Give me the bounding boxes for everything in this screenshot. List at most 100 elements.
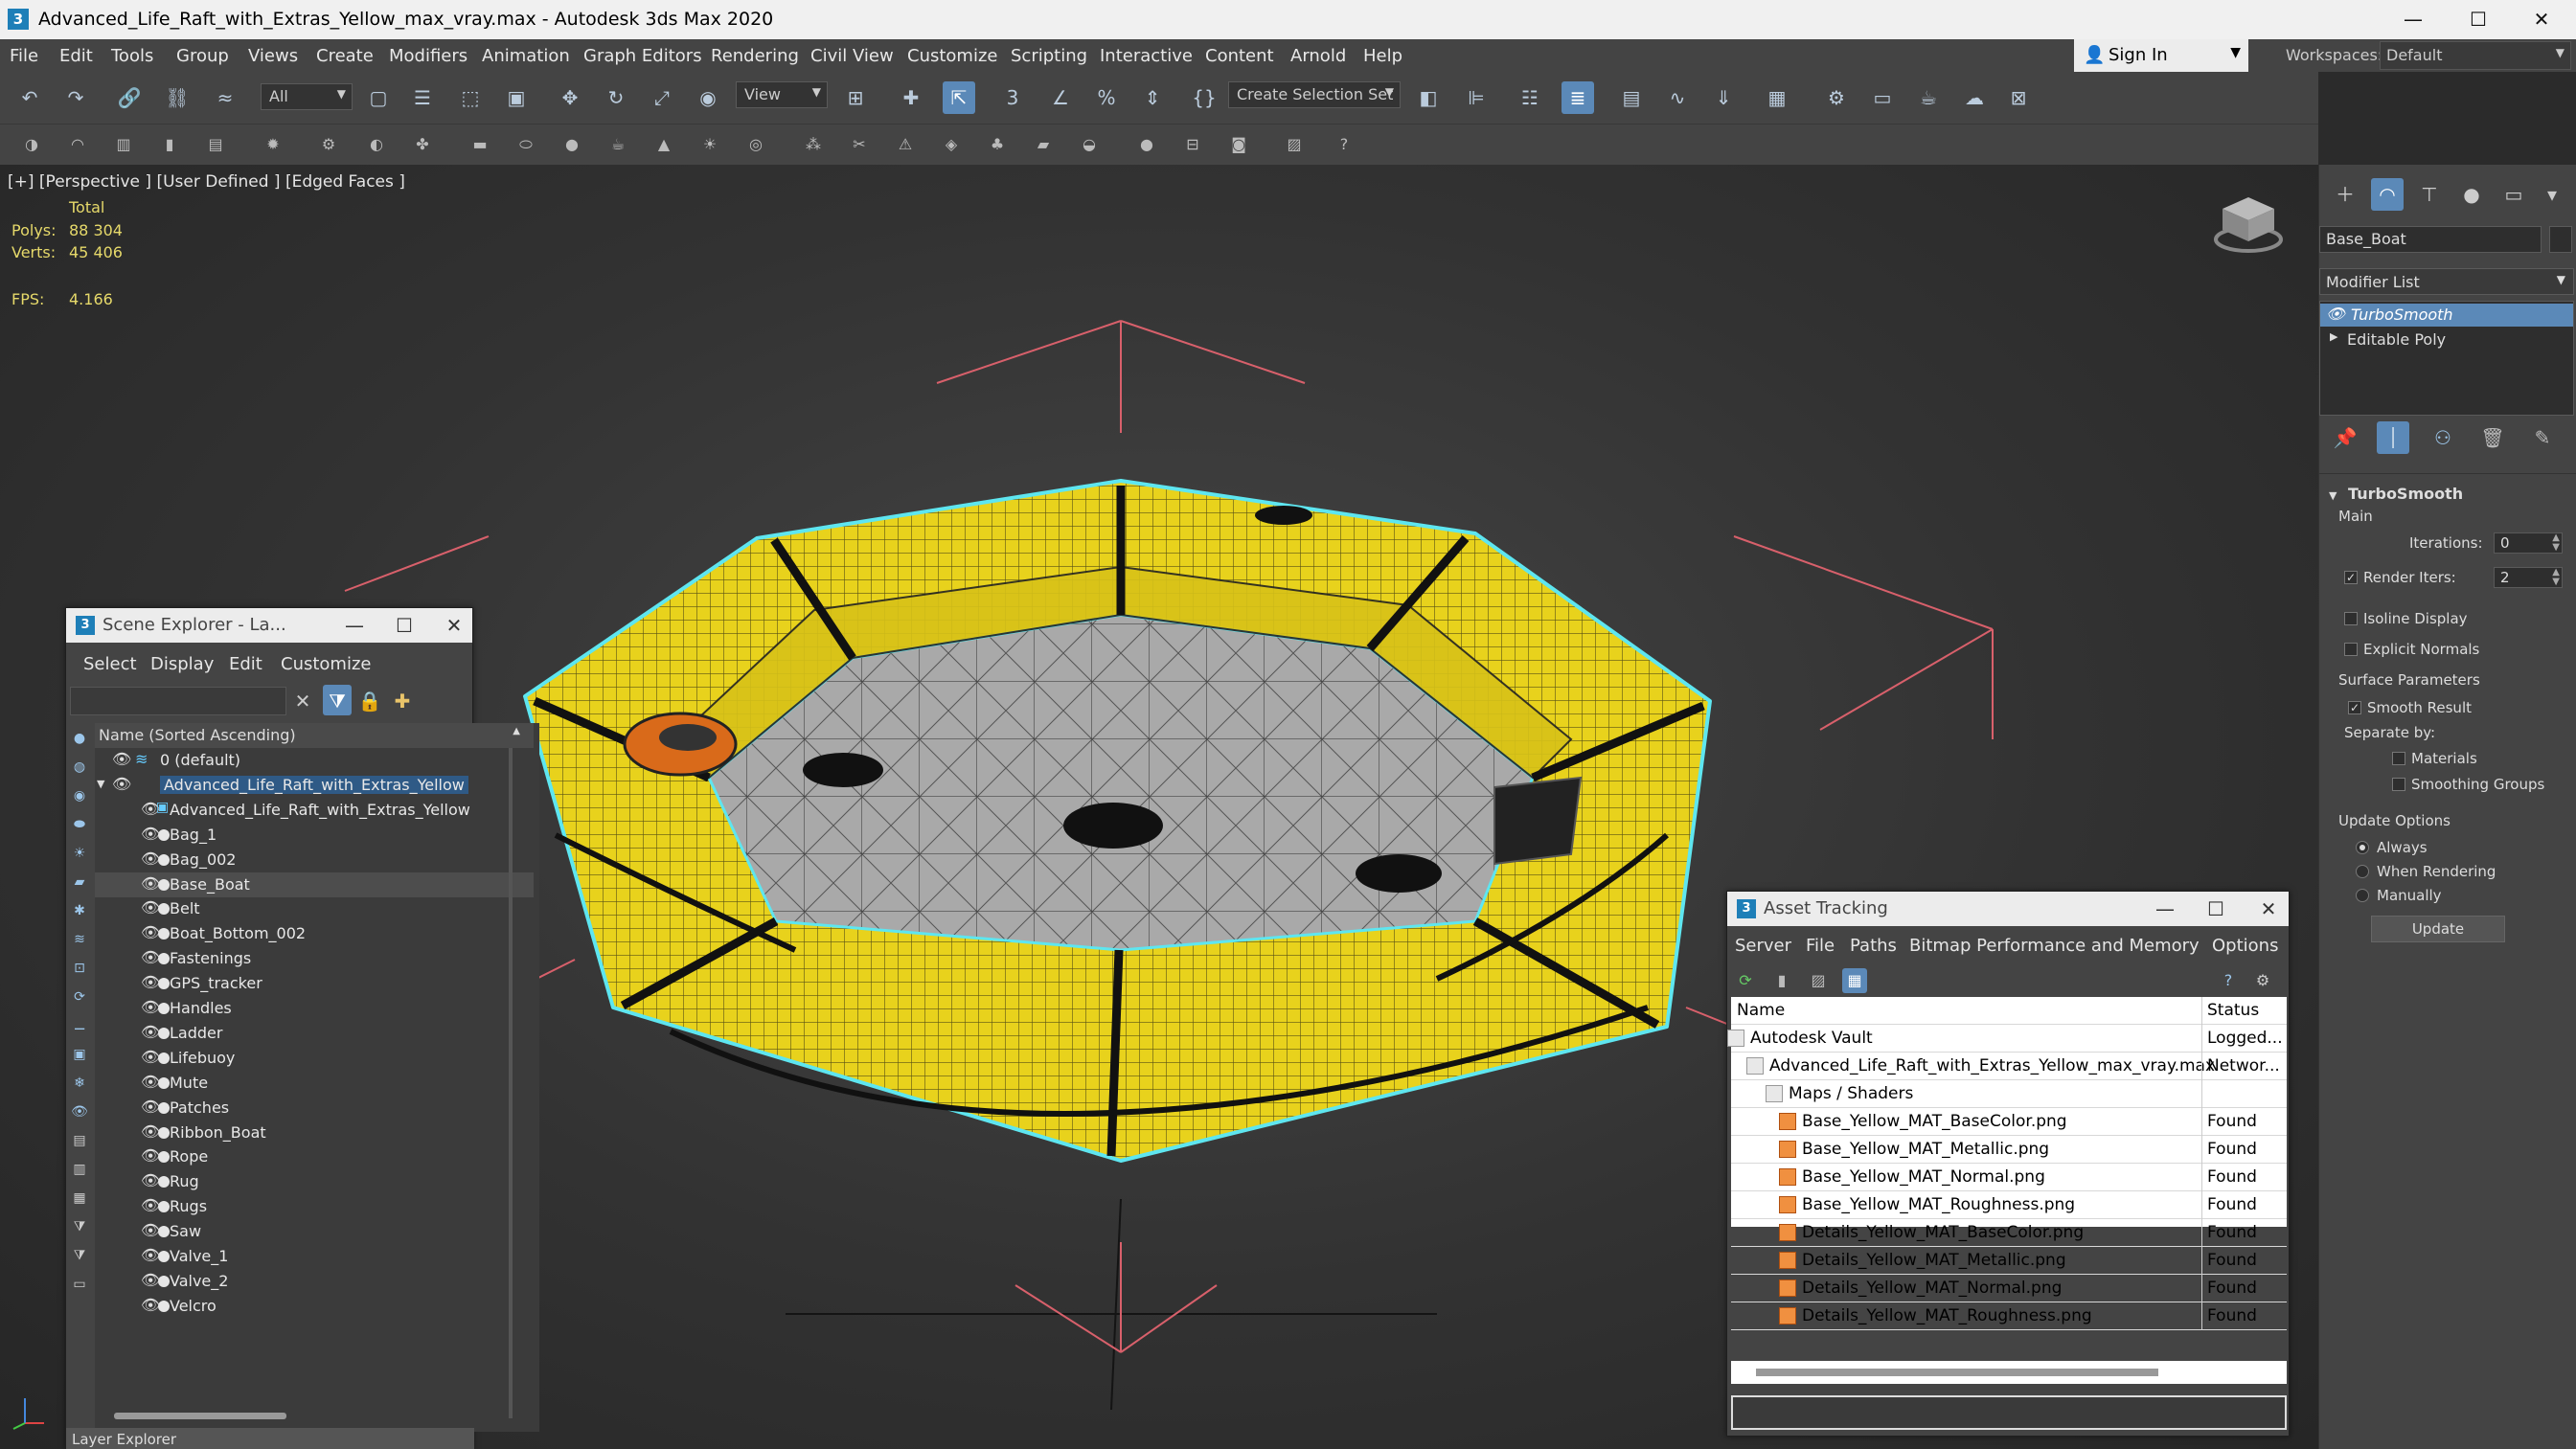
- tree-item[interactable]: 👁 Valve_2: [95, 1269, 534, 1294]
- se-horizontal-scrollbar[interactable]: [95, 1405, 474, 1426]
- object-name-field[interactable]: Base_Boat: [2319, 226, 2542, 253]
- tree-item[interactable]: 👁 Base_Boat: [95, 872, 534, 897]
- tree-item[interactable]: 👁 Valve_1: [95, 1244, 534, 1269]
- minimize-button[interactable]: —: [338, 611, 371, 640]
- tree-view-icon[interactable]: ▨: [1806, 968, 1831, 993]
- sync-selection-icon[interactable]: ⧩: [70, 1246, 89, 1265]
- redo-icon[interactable]: ↷: [59, 81, 92, 114]
- add-layer-icon[interactable]: ✚: [388, 685, 417, 715]
- menu-content[interactable]: Content: [1205, 46, 1274, 66]
- se-vertical-scrollbar[interactable]: [509, 748, 513, 1418]
- keyboard-shortcut-override-icon[interactable]: ⇱: [943, 81, 975, 114]
- help-icon[interactable]: ?: [2216, 968, 2241, 993]
- col-status-header[interactable]: Status: [2207, 1001, 2284, 1020]
- select-object-icon[interactable]: ▢: [362, 81, 395, 114]
- close-button[interactable]: ✕: [2252, 894, 2285, 923]
- reference-coord-dropdown[interactable]: View ▼: [736, 81, 828, 108]
- tree-item[interactable]: 👁 Belt: [95, 896, 534, 921]
- show-end-result-icon[interactable]: ⏐: [2377, 421, 2409, 454]
- when-rendering-radio[interactable]: [2356, 865, 2369, 878]
- at-menu-bitmap-performance[interactable]: Bitmap Performance and Memory: [1909, 936, 2200, 956]
- menu-edit[interactable]: Edit: [59, 46, 93, 66]
- workspace-dropdown[interactable]: Default ▼: [2380, 41, 2571, 70]
- display-influences-icon[interactable]: ▥: [70, 1160, 89, 1179]
- vray-toolbar-icon[interactable]: ◑: [19, 132, 44, 157]
- vray-fur-icon[interactable]: ▥: [111, 132, 136, 157]
- tree-item[interactable]: 👁 Mute: [95, 1071, 534, 1096]
- spinner-snap-icon[interactable]: ⇕: [1136, 81, 1169, 114]
- vray-converter-icon[interactable]: ⊟: [1180, 132, 1205, 157]
- vray-environment-icon[interactable]: ◎: [743, 132, 768, 157]
- display-hidden-icon[interactable]: 👁: [70, 1102, 89, 1121]
- display-frozen-icon[interactable]: ❄: [70, 1074, 89, 1093]
- tree-item[interactable]: 👁 Saw: [95, 1219, 534, 1244]
- make-unique-icon[interactable]: ⚇: [2427, 421, 2459, 454]
- vray-cone-icon[interactable]: ▲: [651, 132, 676, 157]
- stack-item-turbosmooth[interactable]: 👁 TurboSmooth: [2320, 304, 2573, 327]
- menu-modifiers[interactable]: Modifiers: [389, 46, 467, 66]
- hierarchy-tab-icon[interactable]: ⊤: [2413, 178, 2446, 211]
- manually-radio[interactable]: [2356, 889, 2369, 902]
- asset-row[interactable]: Advanced_Life_Raft_with_Extras_Yellow_ma…: [1731, 1053, 2287, 1080]
- display-all-icon[interactable]: ◍: [70, 758, 89, 777]
- a360-gallery-icon[interactable]: ⊠: [2002, 81, 2035, 114]
- pin-stack-icon[interactable]: 📌: [2329, 421, 2361, 454]
- angle-snap-icon[interactable]: ∠: [1044, 81, 1077, 114]
- vray-frame-buffer-icon[interactable]: ◈: [939, 132, 964, 157]
- display-spacewarps-icon[interactable]: ≋: [70, 930, 89, 949]
- menu-animation[interactable]: Animation: [482, 46, 570, 66]
- display-none-icon[interactable]: ●: [70, 729, 89, 748]
- maximize-button[interactable]: ☐: [388, 611, 421, 640]
- se-menu-select[interactable]: Select: [83, 654, 137, 674]
- maximize-button[interactable]: ☐: [2200, 894, 2232, 923]
- scene-explorer-toggle-icon[interactable]: ☷: [1514, 81, 1546, 114]
- materials-checkbox[interactable]: [2392, 752, 2405, 765]
- window-crossing-icon[interactable]: ▣: [500, 81, 533, 114]
- menu-customize[interactable]: Customize: [907, 46, 997, 66]
- at-menu-file[interactable]: File: [1806, 936, 1835, 956]
- motion-tab-icon[interactable]: ●: [2455, 178, 2488, 211]
- eye-icon[interactable]: 👁: [2326, 305, 2345, 323]
- scale-icon[interactable]: ⤢: [646, 81, 678, 114]
- menu-scripting[interactable]: Scripting: [1011, 46, 1087, 66]
- asset-row[interactable]: Maps / Shaders: [1731, 1080, 2287, 1108]
- display-helpers-icon[interactable]: ✱: [70, 901, 89, 920]
- help-icon[interactable]: ?: [1332, 132, 1356, 157]
- layer-row-root[interactable]: ▼ 👁 Advanced_Life_Raft_with_Extras_Yellow: [95, 773, 534, 798]
- menu-tools[interactable]: Tools: [111, 46, 153, 66]
- display-xrefs-icon[interactable]: ⟳: [70, 987, 89, 1007]
- display-tab-icon[interactable]: ▭: [2497, 178, 2530, 211]
- vray-settings-icon[interactable]: ▨: [1282, 132, 1307, 157]
- link-icon[interactable]: 🔗: [113, 81, 146, 114]
- curve-editor-icon[interactable]: ∿: [1661, 81, 1694, 114]
- display-groups-icon[interactable]: ⊡: [70, 959, 89, 978]
- update-button[interactable]: Update: [2371, 916, 2505, 942]
- tree-item[interactable]: 👁 Patches: [95, 1096, 534, 1121]
- vray-mesh-icon[interactable]: ✤: [410, 132, 435, 157]
- rendered-frame-window-icon[interactable]: ▭: [1866, 81, 1899, 114]
- configure-sets-icon[interactable]: ✎: [2526, 421, 2559, 454]
- undo-icon[interactable]: ↶: [13, 81, 46, 114]
- turbosmooth-rollout-header[interactable]: ▼ TurboSmooth: [2329, 485, 2463, 503]
- utilities-tab-icon[interactable]: ▾: [2536, 178, 2568, 211]
- object-color-swatch[interactable]: [2549, 226, 2572, 253]
- table-view-icon[interactable]: ▦: [1842, 968, 1867, 993]
- vray-texture-icon[interactable]: ▰: [1031, 132, 1056, 157]
- minimize-button[interactable]: —: [2149, 894, 2181, 923]
- at-menu-paths[interactable]: Paths: [1850, 936, 1897, 956]
- select-children-icon[interactable]: ⧩: [70, 1217, 89, 1236]
- placement-icon[interactable]: ◉: [692, 81, 724, 114]
- edit-named-selection-icon[interactable]: {}: [1188, 81, 1220, 114]
- render-setup-icon[interactable]: ⚙: [1820, 81, 1853, 114]
- tree-item[interactable]: 👁 Ribbon_Boat: [95, 1121, 534, 1145]
- menu-civil-view[interactable]: Civil View: [810, 46, 894, 66]
- display-shapes-icon[interactable]: ⬬: [70, 815, 89, 834]
- modifier-list-dropdown[interactable]: Modifier List ▼: [2319, 268, 2574, 295]
- move-icon[interactable]: ✥: [554, 81, 586, 114]
- folder-icon[interactable]: ▭: [70, 1275, 89, 1294]
- se-column-header[interactable]: Name (Sorted Ascending) ▲: [95, 723, 534, 748]
- select-by-name-icon[interactable]: ☰: [406, 81, 439, 114]
- render-production-icon[interactable]: ☕: [1912, 81, 1945, 114]
- tree-item[interactable]: 👁 Fastenings: [95, 946, 534, 971]
- asset-row[interactable]: Base_Yellow_MAT_BaseColor.png Found: [1731, 1108, 2287, 1136]
